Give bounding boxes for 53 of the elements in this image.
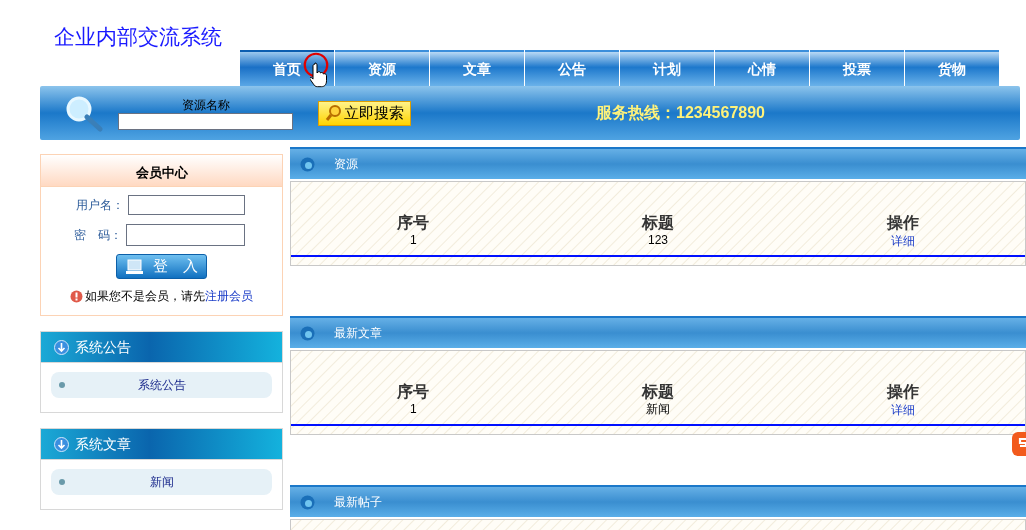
login-button[interactable]: 登 入 [116,254,207,279]
bullet-icon [59,479,65,485]
highlight-circle [303,52,329,78]
column-header: 操作 [885,383,920,401]
side-list-item[interactable]: 系统公告 [51,372,272,398]
site-title: 企业内部交流系统 [54,25,222,49]
search-field[interactable] [118,112,293,130]
password-field[interactable] [126,224,245,246]
pointer-cursor-icon [310,62,330,88]
nav-tab[interactable]: 投票 [810,50,904,86]
username-label: 用户名： [76,197,124,214]
section-title: 最新帖子 [334,494,382,511]
table-cell-text: 1 [409,232,418,249]
column-header: 序号 [396,383,431,401]
detail-link[interactable]: 详细 [890,403,915,417]
register-link[interactable]: 注册会员 [205,289,253,303]
logo-icon [1012,432,1026,456]
warning-icon [70,289,83,303]
nav-tab[interactable]: 公告 [525,50,619,86]
side-list-item[interactable]: 新闻 [51,469,272,495]
nav-tab[interactable]: 心情 [715,50,809,86]
section-title: 最新文章 [334,325,382,342]
column-header: 标题 [640,383,675,401]
side-panel-title: 系统公告 [75,337,131,357]
register-prompt: 如果您不是会员，请先注册会员 [85,288,253,305]
member-title: 会员中心 [41,155,282,187]
nav-tab[interactable]: 资源 [335,50,429,86]
table-cell-text: 新闻 [645,401,671,418]
computer-icon [125,258,143,275]
down-arrow-icon [54,436,69,452]
username-field[interactable] [128,195,245,215]
orb-icon [300,156,315,172]
nav-tab[interactable]: 文章 [430,50,524,86]
column-header: 操作 [885,214,920,232]
table-cell-text: 1 [409,401,418,418]
side-panel-title: 系统文章 [75,434,131,454]
orb-icon [300,325,315,341]
column-header: 标题 [640,214,675,232]
magnifier-icon [64,94,104,132]
nav-tab[interactable]: 计划 [620,50,714,86]
down-arrow-icon [54,339,69,355]
section-title: 资源 [334,156,358,173]
orb-icon [300,494,315,510]
search-label: 资源名称 [181,96,230,113]
detail-link[interactable]: 详细 [890,234,915,248]
table-cell-text: 123 [646,232,669,249]
bullet-icon [59,382,65,388]
password-label: 密 码： [74,227,122,244]
nav-tab[interactable]: 货物 [905,50,999,86]
magnifier-icon [325,104,341,122]
hotline-text: 服务热线：1234567890 [596,103,765,123]
search-button[interactable]: 立即搜索 [318,100,411,126]
column-header: 序号 [396,214,431,232]
